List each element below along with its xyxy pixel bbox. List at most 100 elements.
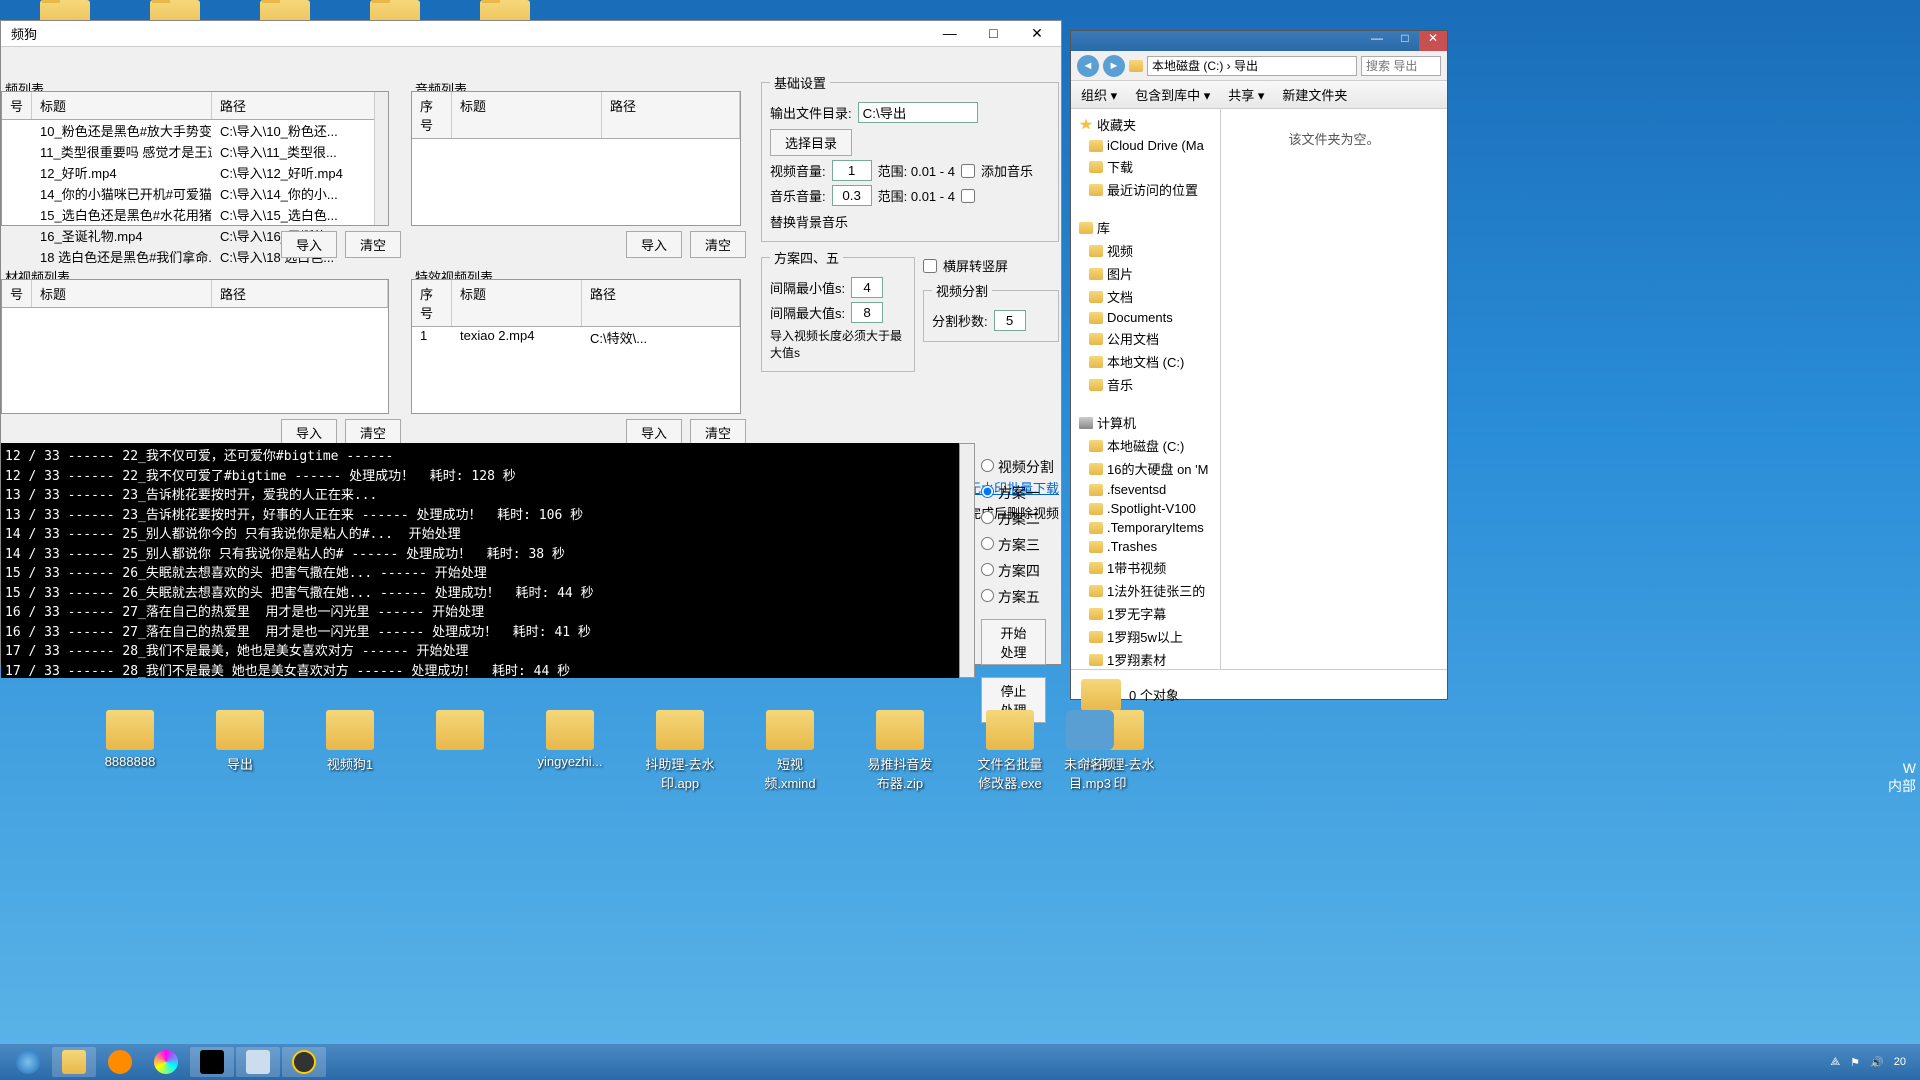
tree-item[interactable]: 16的大硬盘 on 'M (1073, 457, 1218, 480)
desktop-folder-icon[interactable] (766, 710, 814, 750)
tree-header[interactable]: 计算机 (1073, 411, 1218, 434)
share-menu[interactable]: 共享 ▾ (1228, 85, 1264, 104)
music-volume-input[interactable] (832, 185, 872, 206)
forward-button[interactable]: ► (1103, 55, 1125, 77)
tree-header[interactable]: 库 (1073, 216, 1218, 239)
tree-item[interactable]: .TemporaryItems (1073, 518, 1218, 537)
table-row[interactable]: 15_选白色还是黑色#水花用猪变...C:\导入\15_选白色... (2, 204, 388, 225)
col-index[interactable]: 号 (2, 92, 32, 119)
tree-item[interactable]: 公用文档 (1073, 327, 1218, 350)
clear-button[interactable]: 清空 (345, 419, 401, 446)
import-button[interactable]: 导入 (626, 419, 682, 446)
explorer-titlebar[interactable]: — □ ✕ (1071, 31, 1447, 51)
radio-plan2[interactable]: 方案二 (981, 509, 1054, 529)
add-music-checkbox[interactable] (961, 164, 975, 178)
start-button[interactable]: 开始处理 (981, 619, 1046, 665)
tray-icon[interactable]: ⚑ (1850, 1056, 1860, 1069)
tree-item[interactable]: 1带书视频 (1073, 556, 1218, 579)
landscape-checkbox[interactable] (923, 259, 937, 273)
output-dir-input[interactable] (858, 102, 978, 123)
tree-item[interactable]: 最近访问的位置 (1073, 178, 1218, 201)
col-path[interactable]: 路径 (212, 92, 388, 119)
desktop-folder-icon[interactable] (216, 710, 264, 750)
taskbar-app[interactable] (144, 1047, 188, 1077)
tree-item[interactable]: 本地磁盘 (C:) (1073, 434, 1218, 457)
desktop-folder-icon[interactable] (106, 710, 154, 750)
console-scrollbar[interactable] (959, 443, 975, 678)
tray-icon[interactable]: 🔊 (1870, 1056, 1884, 1069)
tray-clock[interactable]: 20 (1894, 1056, 1906, 1068)
clear-button[interactable]: 清空 (690, 231, 746, 258)
taskbar-cmd[interactable] (190, 1047, 234, 1077)
table-row[interactable]: 10_粉色还是黑色#放大手势变装...C:\导入\10_粉色还... (2, 120, 388, 141)
tree-item[interactable]: .Spotlight-V100 (1073, 499, 1218, 518)
desktop-folder-icon[interactable] (436, 710, 484, 750)
col-path[interactable]: 路径 (212, 280, 388, 307)
search-input[interactable] (1361, 56, 1441, 76)
desktop-folder-icon[interactable] (656, 710, 704, 750)
col-index[interactable]: 序号 (412, 280, 452, 326)
taskbar-notepad[interactable] (236, 1047, 280, 1077)
address-bar[interactable] (1147, 56, 1357, 76)
explorer-tree[interactable]: 收藏夹iCloud Drive (Ma下载最近访问的位置库视频图片文档Docum… (1071, 109, 1221, 669)
tree-item[interactable]: 1罗翔素材 (1073, 648, 1218, 669)
tree-item[interactable]: 文档 (1073, 285, 1218, 308)
new-folder-button[interactable]: 新建文件夹 (1282, 85, 1347, 104)
system-tray[interactable]: ⟁ ⚑ 🔊 20 (1830, 1056, 1914, 1069)
tree-item[interactable]: 下载 (1073, 155, 1218, 178)
table-row[interactable]: 1texiao 2.mp4C:\特效\... (412, 327, 740, 348)
close-button[interactable]: ✕ (1017, 25, 1057, 42)
gap-max-input[interactable] (851, 302, 883, 323)
video-volume-input[interactable] (832, 160, 872, 181)
radio-plan1[interactable]: 方案一 (981, 483, 1054, 503)
taskbar-explorer[interactable] (52, 1047, 96, 1077)
tree-item[interactable]: 图片 (1073, 262, 1218, 285)
clear-button[interactable]: 清空 (345, 231, 401, 258)
col-path[interactable]: 路径 (582, 280, 740, 326)
col-title[interactable]: 标题 (32, 92, 212, 119)
col-title[interactable]: 标题 (452, 92, 602, 138)
desktop-folder-icon[interactable] (546, 710, 594, 750)
split-sec-input[interactable] (994, 310, 1026, 331)
import-button[interactable]: 导入 (281, 231, 337, 258)
tree-item[interactable]: Documents (1073, 308, 1218, 327)
maximize-button[interactable]: □ (1391, 31, 1419, 51)
scrollbar[interactable] (374, 92, 388, 225)
table-row[interactable]: 14_你的小猫咪已开机#可爱猫爪...C:\导入\14_你的小... (2, 183, 388, 204)
choose-dir-button[interactable]: 选择目录 (770, 129, 852, 156)
back-button[interactable]: ◄ (1077, 55, 1099, 77)
import-button[interactable]: 导入 (626, 231, 682, 258)
tree-item[interactable]: 本地文档 (C:) (1073, 350, 1218, 373)
tree-header[interactable]: 收藏夹 (1073, 113, 1218, 136)
tree-item[interactable]: iCloud Drive (Ma (1073, 136, 1218, 155)
table-row[interactable]: 11_类型很重要吗 感觉才是王道...C:\导入\11_类型很... (2, 141, 388, 162)
desktop-folder-icon[interactable] (986, 710, 1034, 750)
import-button[interactable]: 导入 (281, 419, 337, 446)
taskbar-media[interactable] (98, 1047, 142, 1077)
minimize-button[interactable]: — (1363, 31, 1391, 51)
replace-bg-checkbox[interactable] (961, 189, 975, 203)
tree-item[interactable]: .Trashes (1073, 537, 1218, 556)
tree-item[interactable]: 1罗翔5w以上 (1073, 625, 1218, 648)
tree-item[interactable]: 音乐 (1073, 373, 1218, 396)
tree-item[interactable]: .fseventsd (1073, 480, 1218, 499)
tree-item[interactable]: 1罗无字幕 (1073, 602, 1218, 625)
radio-plan4[interactable]: 方案四 (981, 561, 1054, 581)
col-path[interactable]: 路径 (602, 92, 740, 138)
mp3-icon[interactable] (1066, 710, 1114, 750)
radio-plan5[interactable]: 方案五 (981, 587, 1054, 607)
maximize-button[interactable]: □ (973, 25, 1013, 41)
table-row[interactable]: 12_好听.mp4C:\导入\12_好听.mp4 (2, 162, 388, 183)
col-index[interactable]: 序号 (412, 92, 452, 138)
close-button[interactable]: ✕ (1419, 31, 1447, 51)
radio-split[interactable]: 视频分割 (981, 457, 1054, 477)
col-title[interactable]: 标题 (32, 280, 212, 307)
radio-plan3[interactable]: 方案三 (981, 535, 1054, 555)
taskbar-app2[interactable] (282, 1047, 326, 1077)
desktop-folder-icon[interactable] (876, 710, 924, 750)
minimize-button[interactable]: — (930, 25, 970, 41)
include-menu[interactable]: 包含到库中 ▾ (1135, 85, 1210, 104)
col-index[interactable]: 号 (2, 280, 32, 307)
tree-item[interactable]: 视频 (1073, 239, 1218, 262)
clear-button[interactable]: 清空 (690, 419, 746, 446)
